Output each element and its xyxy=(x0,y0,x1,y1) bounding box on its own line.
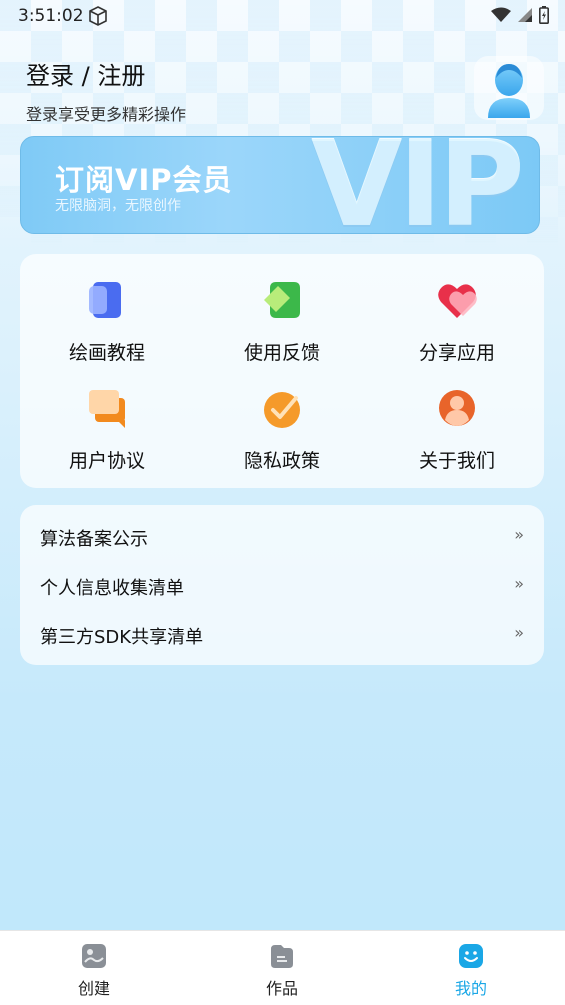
grid-item-user-agreement[interactable]: 用户协议 xyxy=(20,386,194,473)
chevron-right-icon: » xyxy=(514,525,524,544)
vip-subtitle: 无限脑洞，无限创作 xyxy=(55,198,181,214)
grid-item-privacy-policy[interactable]: 隐私政策 xyxy=(195,386,369,473)
grid-item-label: 分享应用 xyxy=(418,342,495,364)
chevron-right-icon: » xyxy=(514,623,524,642)
grid-item-tutorial[interactable]: 绘画教程 xyxy=(20,278,194,365)
wifi-icon xyxy=(491,7,511,27)
folder-icon xyxy=(271,945,293,968)
chat-icon xyxy=(89,390,125,428)
bottom-navigation: 创建 作品 我的 xyxy=(0,930,565,1005)
grid-item-feedback[interactable]: 使用反馈 xyxy=(195,278,369,365)
feature-grid: 绘画教程 使用反馈 分享应用 用户协议 隐私政策 关于我们 xyxy=(20,254,544,488)
status-bar: 3:51:02 xyxy=(0,0,565,34)
nav-label: 创建 xyxy=(77,979,110,998)
login-header[interactable]: 登录 / 注册 登录享受更多精彩操作 xyxy=(26,56,186,125)
list-item-algorithm-filing[interactable]: 算法备案公示 » xyxy=(20,515,544,559)
info-list: 算法备案公示 » 个人信息收集清单 » 第三方SDK共享清单 » xyxy=(20,505,544,665)
avatar[interactable] xyxy=(474,56,544,120)
vip-decor-text: VIP xyxy=(311,136,525,234)
list-item-label: 个人信息收集清单 xyxy=(40,578,184,599)
check-badge-icon xyxy=(264,392,300,428)
login-subtitle: 登录享受更多精彩操作 xyxy=(26,105,187,124)
list-item-label: 第三方SDK共享清单 xyxy=(40,627,204,648)
battery-icon xyxy=(539,6,549,28)
feedback-icon xyxy=(264,282,300,318)
grid-item-label: 隐私政策 xyxy=(243,450,320,472)
heart-icon xyxy=(438,284,477,318)
grid-item-label: 绘画教程 xyxy=(68,342,145,364)
list-item-personal-info[interactable]: 个人信息收集清单 » xyxy=(20,564,544,608)
nav-tab-mine[interactable]: 我的 xyxy=(431,943,511,999)
grid-item-about-us[interactable]: 关于我们 xyxy=(370,386,544,473)
vip-subscribe-banner[interactable]: VIP 订阅VIP会员 无限脑洞，无限创作 xyxy=(20,136,540,234)
avatar-icon xyxy=(488,64,530,118)
signal-icon xyxy=(517,7,533,27)
book-icon xyxy=(89,282,121,318)
login-title[interactable]: 登录 / 注册 xyxy=(26,56,186,91)
cube-icon xyxy=(88,5,108,31)
grid-item-label: 用户协议 xyxy=(68,450,145,472)
smiley-icon xyxy=(459,944,483,968)
status-time: 3:51:02 xyxy=(18,6,84,26)
nav-label: 作品 xyxy=(265,979,298,998)
grid-item-label: 使用反馈 xyxy=(243,342,320,364)
list-item-label: 算法备案公示 xyxy=(40,529,148,550)
nav-label: 我的 xyxy=(454,979,487,998)
image-icon xyxy=(82,944,106,968)
vip-title: 订阅VIP会员 xyxy=(55,163,233,197)
list-item-third-party-sdk[interactable]: 第三方SDK共享清单 » xyxy=(20,613,544,657)
nav-tab-create[interactable]: 创建 xyxy=(54,943,134,999)
chevron-right-icon: » xyxy=(514,574,524,593)
user-icon xyxy=(439,390,475,426)
grid-item-share[interactable]: 分享应用 xyxy=(370,278,544,365)
grid-item-label: 关于我们 xyxy=(418,450,495,472)
nav-tab-works[interactable]: 作品 xyxy=(242,943,322,999)
